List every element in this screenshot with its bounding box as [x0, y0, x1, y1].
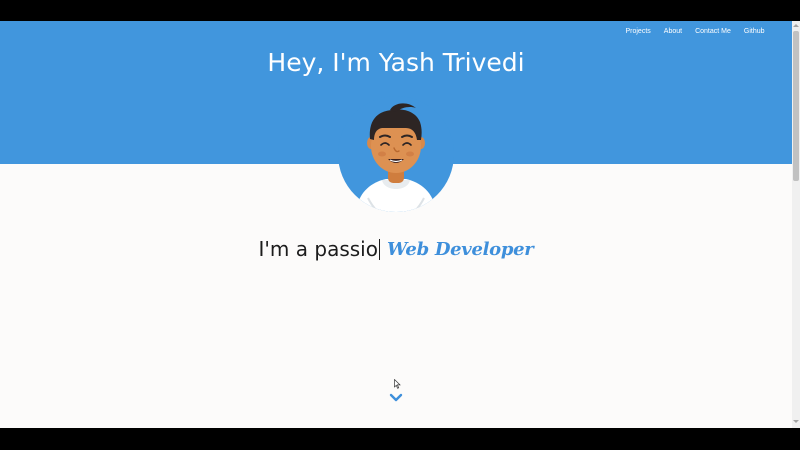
avatar-illustration — [356, 103, 436, 212]
nav-link-projects[interactable]: Projects — [619, 27, 657, 37]
avatar — [338, 96, 454, 212]
nav-link-github[interactable]: Github — [737, 27, 771, 37]
scroll-down-button[interactable] — [388, 389, 404, 402]
vertical-scrollbar[interactable] — [792, 21, 800, 428]
scroll-down-arrow-icon[interactable] — [793, 419, 799, 424]
nav-link-contact-me[interactable]: Contact Me — [689, 27, 738, 37]
tagline: I'm a passio Web Developer — [0, 237, 792, 261]
chevron-down-icon — [389, 393, 403, 402]
role-text: Web Developer — [386, 238, 534, 260]
typing-cursor — [378, 238, 380, 260]
browser-viewport: Projects About Contact Me Github Hey, I'… — [0, 21, 800, 428]
scroll-up-arrow-icon[interactable] — [793, 23, 799, 28]
top-nav: Projects About Contact Me Github — [619, 27, 771, 37]
hero-title: Hey, I'm Yash Trivedi — [267, 48, 525, 77]
typed-text: I'm a passio — [258, 237, 378, 261]
nav-link-about[interactable]: About — [657, 27, 688, 37]
scrollbar-thumb[interactable] — [793, 31, 799, 181]
